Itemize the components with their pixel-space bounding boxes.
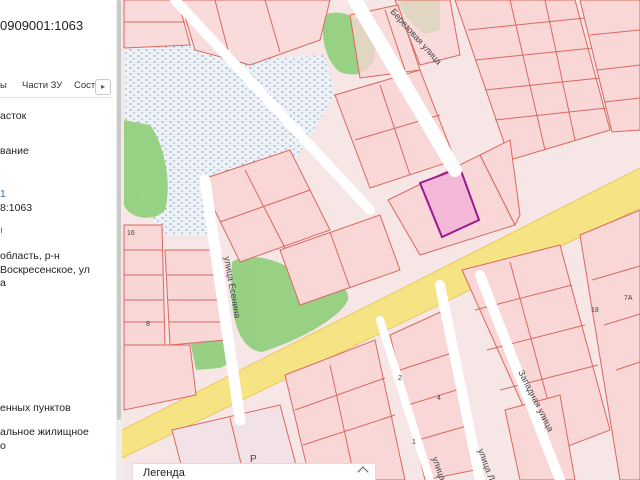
field-hint[interactable]: 1 [0,188,6,201]
house-number: 2 [398,375,402,382]
house-number: 4 [437,395,441,402]
scrollbar-thumb[interactable] [117,0,121,420]
field-name-value: вание [0,145,29,157]
house-number: 18 [591,307,599,314]
field-type-value: асток [0,110,27,122]
house-number: 16 [127,230,135,237]
info-panel: 0909001:1063 ы Части ЗУ Соста ▸ асток ва… [0,0,118,480]
tabs-scroll-right-button[interactable]: ▸ [95,79,111,95]
address-line-1: область, р-н [0,250,60,262]
land-category-value: енных пунктов [0,402,71,414]
chevron-up-icon [357,466,369,478]
cadastral-map[interactable]: Березовая улица улица Есенина Западная у… [122,0,640,480]
tab-info[interactable]: ы [0,80,7,91]
tab-parts[interactable]: Части ЗУ [22,80,62,91]
cadastral-number: 0909001:1063 [0,18,84,33]
field-hint-2: ı [0,224,3,236]
legend-toggle[interactable]: Легенда [132,463,376,480]
house-number: 7А [624,295,633,302]
address-line-3: а [0,277,6,289]
tabs-divider [0,97,112,98]
chevron-right-icon: ▸ [100,82,105,91]
house-number: 1 [412,439,416,446]
permitted-use-line-2: о [0,440,6,452]
permitted-use-line-1: альное жилищное [0,426,89,438]
address-line-2: Воскресенское, ул [0,264,90,276]
house-number: 8 [146,321,150,328]
field-cadastral-value: 8:1063 [0,202,33,214]
legend-label: Легенда [143,467,185,479]
map-canvas[interactable]: Березовая улица улица Есенина Западная у… [122,0,640,480]
